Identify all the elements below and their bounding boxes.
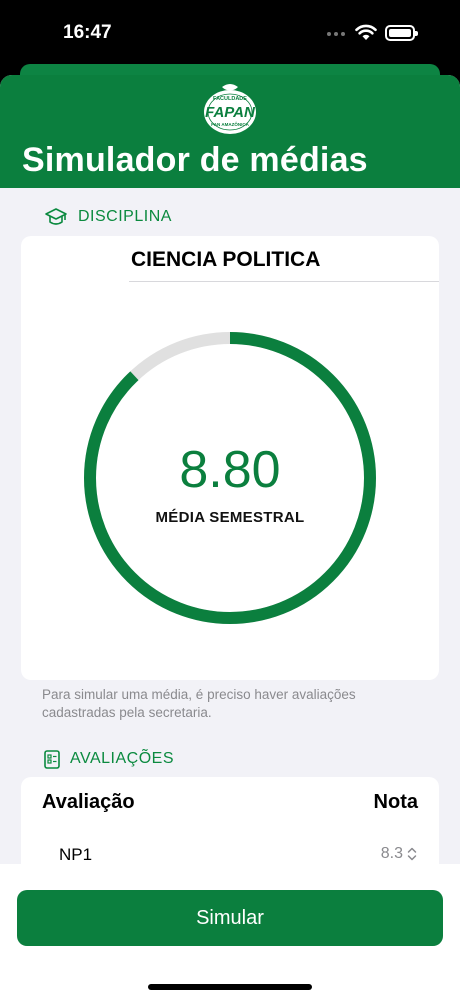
discipline-divider (129, 281, 439, 282)
discipline-name: CIENCIA POLITICA (131, 248, 321, 271)
signal-dots-icon (327, 32, 345, 36)
page-title: Simulador de médias (22, 141, 368, 179)
bottom-action-bar: Simular (0, 864, 460, 999)
simulate-button[interactable]: Simular (17, 890, 443, 946)
evaluations-section-header: AVALIAÇÕES (44, 749, 174, 769)
logo-bottom-text: PAN AMAZÔNICA (211, 120, 249, 127)
discipline-section-label: DISCIPLINA (78, 208, 172, 225)
graduation-cap-icon (45, 208, 67, 225)
discipline-section-header: DISCIPLINA (44, 207, 172, 227)
logo-top-text: FACULDADE (213, 96, 247, 102)
evaluations-section-label: AVALIAÇÕES (70, 750, 174, 767)
home-indicator (148, 984, 312, 990)
clipboard-icon (44, 750, 60, 769)
chevron-up-down-icon (407, 847, 417, 861)
battery-icon (385, 25, 418, 41)
wifi-icon (355, 24, 377, 40)
header: FACULDADE FAPAN PAN AMAZÔNICA Simulador … (0, 75, 460, 188)
discipline-card: CIENCIA POLITICA 8.80 MÉDIA SEMESTRAL (21, 236, 439, 680)
status-time: 16:47 (63, 22, 112, 43)
average-label: MÉDIA SEMESTRAL (155, 509, 305, 526)
grade-value: 8.3 (380, 845, 403, 862)
average-value: 8.80 (179, 441, 281, 499)
grade-picker[interactable]: 8.3 (381, 845, 417, 863)
simulator-sheet: FACULDADE FAPAN PAN AMAZÔNICA Simulador … (0, 75, 460, 999)
logo-text: FAPAN (205, 104, 256, 121)
column-header-evaluation: Avaliação (42, 791, 135, 813)
evaluation-name: NP1 (59, 845, 93, 864)
column-header-grade: Nota (373, 791, 418, 813)
footnote-text: Para simular uma média, é preciso haver … (42, 687, 356, 720)
fapan-logo: FACULDADE FAPAN PAN AMAZÔNICA (204, 84, 256, 134)
status-bar: 16:47 (0, 0, 460, 66)
